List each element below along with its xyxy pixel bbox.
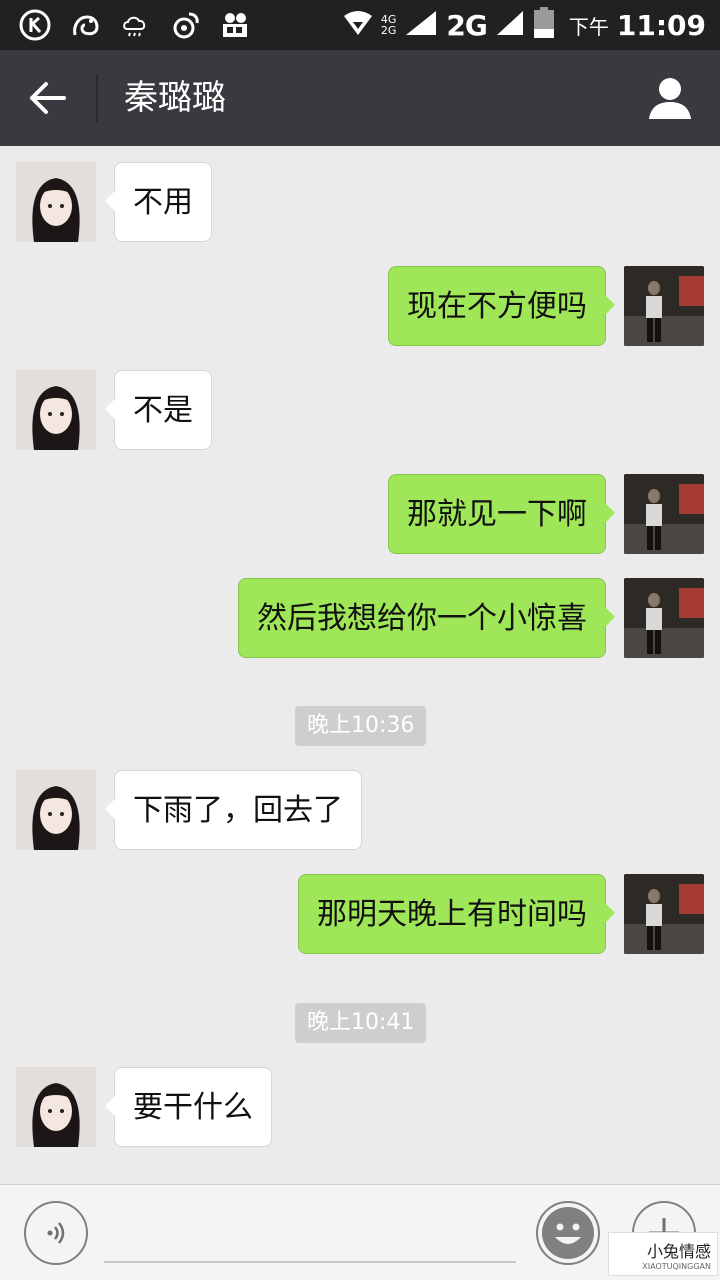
incoming-message[interactable]: 下雨了，回去了 [105,770,362,850]
watermark-title: 小兔情感 [646,1241,711,1261]
outgoing-message[interactable]: 那就见一下啊 [388,474,615,554]
weibo-icon [168,8,202,42]
outgoing-message[interactable]: 现在不方便吗 [388,266,615,346]
title-divider [96,74,98,122]
my-avatar[interactable] [624,266,704,346]
contact-name: 秦璐璐 [124,78,226,118]
contact-avatar[interactable] [16,370,96,450]
my-avatar[interactable] [624,474,704,554]
incoming-message[interactable]: 要干什么 [105,1067,272,1147]
person-icon [649,78,691,119]
contact-avatar[interactable] [16,1067,96,1147]
my-avatar[interactable] [624,874,704,954]
voice-icon [47,1222,65,1244]
contact-avatar[interactable] [16,770,96,850]
outgoing-message[interactable]: 那明天晚上有时间吗 [298,874,615,954]
system-status: 4G 2G 2G 下午 11:09 [343,6,706,44]
contact-avatar[interactable] [16,162,96,242]
network-2g-label: 2G [380,24,397,37]
watermark: 小兔情感 XIAOTUQINGGAN [608,1232,718,1276]
profile-button[interactable] [642,70,698,126]
my-avatar[interactable] [624,578,704,658]
clock: 11:09 [616,8,706,42]
video-camera-icon [218,8,252,42]
watermark-subtitle: XIAOTUQINGGAN [642,1261,711,1271]
incoming-message[interactable]: 不是 [105,370,212,450]
message-input[interactable] [104,1207,516,1263]
voice-button[interactable] [24,1201,88,1265]
k-app-icon [18,8,52,42]
timestamp: 晚上10:41 [295,1003,427,1043]
message-list[interactable]: 不用 现在不方便吗 不是 那就见一下啊 然后我想给你一个小惊喜 晚上10:36 … [0,146,720,1184]
timestamp: 晚上10:36 [295,706,427,746]
notification-icons [18,8,252,42]
signal-icon-2 [495,9,525,41]
incoming-message[interactable]: 不用 [105,162,212,242]
battery-icon [533,7,555,43]
uc-browser-icon [68,8,102,42]
network-type-small: 4G 2G [381,14,397,36]
signal-icon [404,9,438,41]
smiley-icon [542,1207,594,1259]
arrow-left-icon [30,82,66,114]
time-period: 下午 [568,14,609,39]
back-button[interactable] [18,72,78,124]
cloud-icon [118,8,152,42]
status-bar: 4G 2G 2G 下午 11:09 [0,0,720,50]
emoji-button[interactable] [536,1201,600,1265]
outgoing-message[interactable]: 然后我想给你一个小惊喜 [238,578,615,658]
wifi-icon [343,10,373,40]
chat-header: 秦璐璐 [0,50,720,146]
network-label: 2G [446,8,487,42]
